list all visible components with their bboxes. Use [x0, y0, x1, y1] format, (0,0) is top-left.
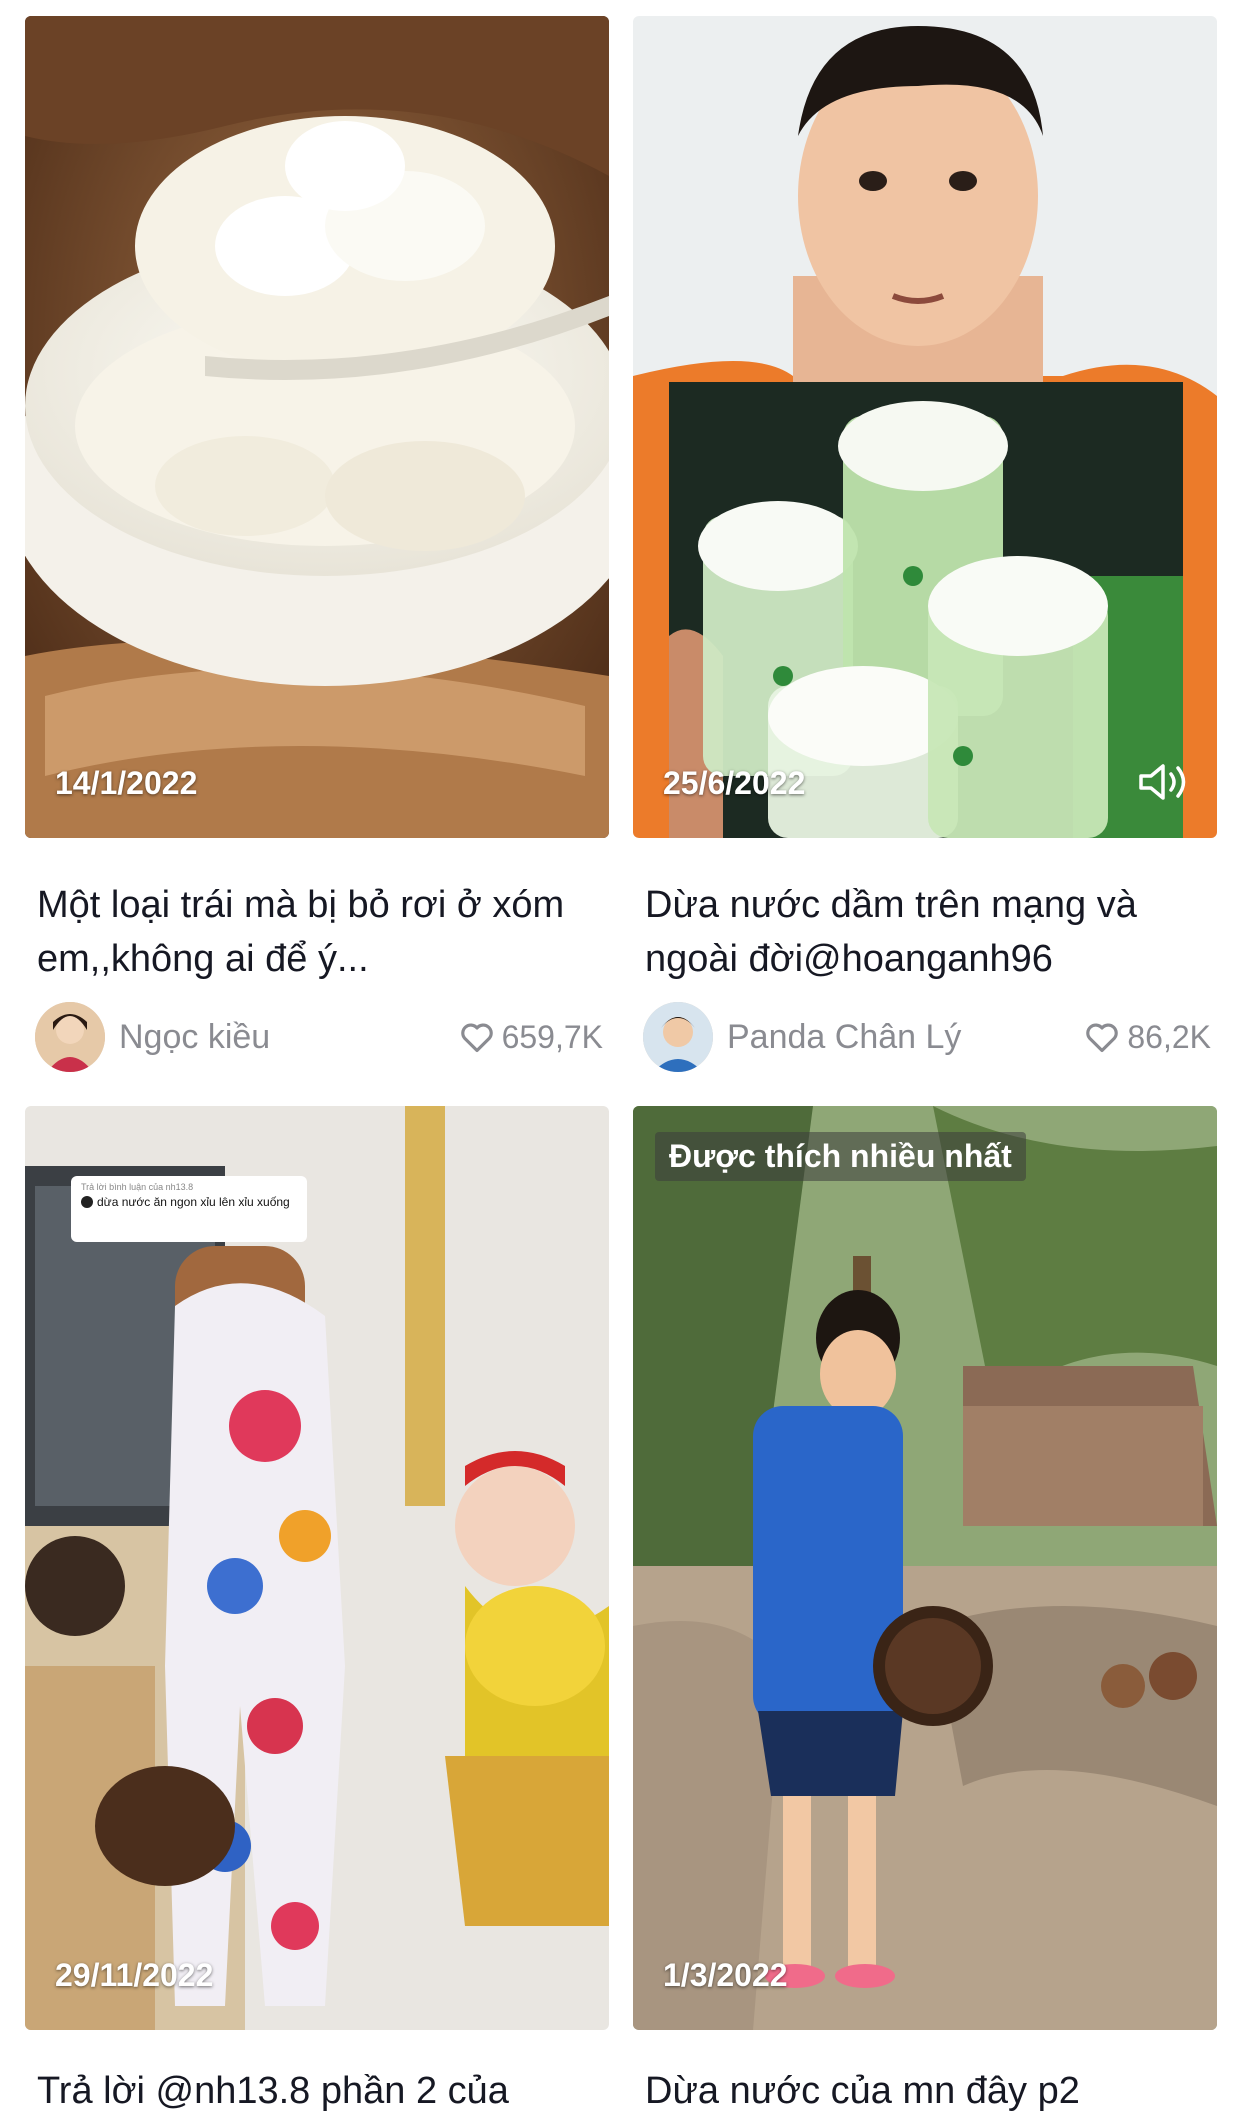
video-caption[interactable]: Một loại trái mà bị bỏ rơi ở xóm em,,khô… — [37, 878, 605, 986]
thumbnail-image — [25, 16, 609, 838]
like-count: 659,7K — [458, 1018, 603, 1056]
video-caption[interactable]: Trả lời @nh13.8 phần 2 của — [37, 2064, 605, 2118]
heart-outline-icon — [1083, 1018, 1121, 1056]
avatar[interactable] — [35, 1002, 105, 1072]
author-name[interactable]: Panda Chân Lý — [727, 1018, 961, 1057]
author-name[interactable]: Ngọc kiều — [119, 1018, 270, 1057]
reply-comment-overlay: Trả lời bình luận của nh13.8 dừa nước ăn… — [71, 1176, 307, 1242]
video-meta: Panda Chân Lý 86,2K — [643, 1002, 1211, 1074]
video-date: 29/11/2022 — [55, 1957, 214, 1993]
avatar-image — [643, 1002, 713, 1072]
video-caption[interactable]: Dừa nước dầm trên mạng và ngoài đời@hoan… — [645, 878, 1213, 986]
thumbnail-image — [25, 1106, 609, 2030]
avatar-image — [35, 1002, 105, 1072]
commenter-avatar-icon — [81, 1196, 93, 1208]
video-thumbnail[interactable]: 14/1/2022 — [25, 16, 609, 838]
video-thumbnail[interactable]: 25/6/2022 — [633, 16, 1217, 838]
video-date: 1/3/2022 — [663, 1957, 788, 1993]
heart-outline-icon — [458, 1018, 496, 1056]
video-caption[interactable]: Dừa nước của mn đây p2 — [645, 2064, 1213, 2118]
like-count-value: 86,2K — [1127, 1018, 1211, 1055]
most-liked-badge: Được thích nhiều nhất — [655, 1132, 1026, 1181]
like-count-value: 659,7K — [501, 1018, 603, 1055]
video-thumbnail[interactable]: Trả lời bình luận của nh13.8 dừa nước ăn… — [25, 1106, 609, 2030]
avatar[interactable] — [643, 1002, 713, 1072]
reply-comment-text: dừa nước ăn ngon xỉu lên xỉu xuống — [81, 1195, 297, 1209]
reply-comment-body: dừa nước ăn ngon xỉu lên xỉu xuống — [97, 1195, 290, 1209]
speaker-wave-icon[interactable] — [1137, 760, 1193, 804]
like-count: 86,2K — [1083, 1018, 1211, 1056]
thumbnail-image — [633, 1106, 1217, 2030]
video-thumbnail[interactable]: Được thích nhiều nhất 1/3/2022 — [633, 1106, 1217, 2030]
video-meta: Ngọc kiều 659,7K — [35, 1002, 603, 1074]
video-date: 25/6/2022 — [663, 765, 806, 801]
thumbnail-image — [633, 16, 1217, 838]
reply-comment-header: Trả lời bình luận của nh13.8 — [81, 1182, 194, 1192]
video-date: 14/1/2022 — [55, 765, 198, 801]
